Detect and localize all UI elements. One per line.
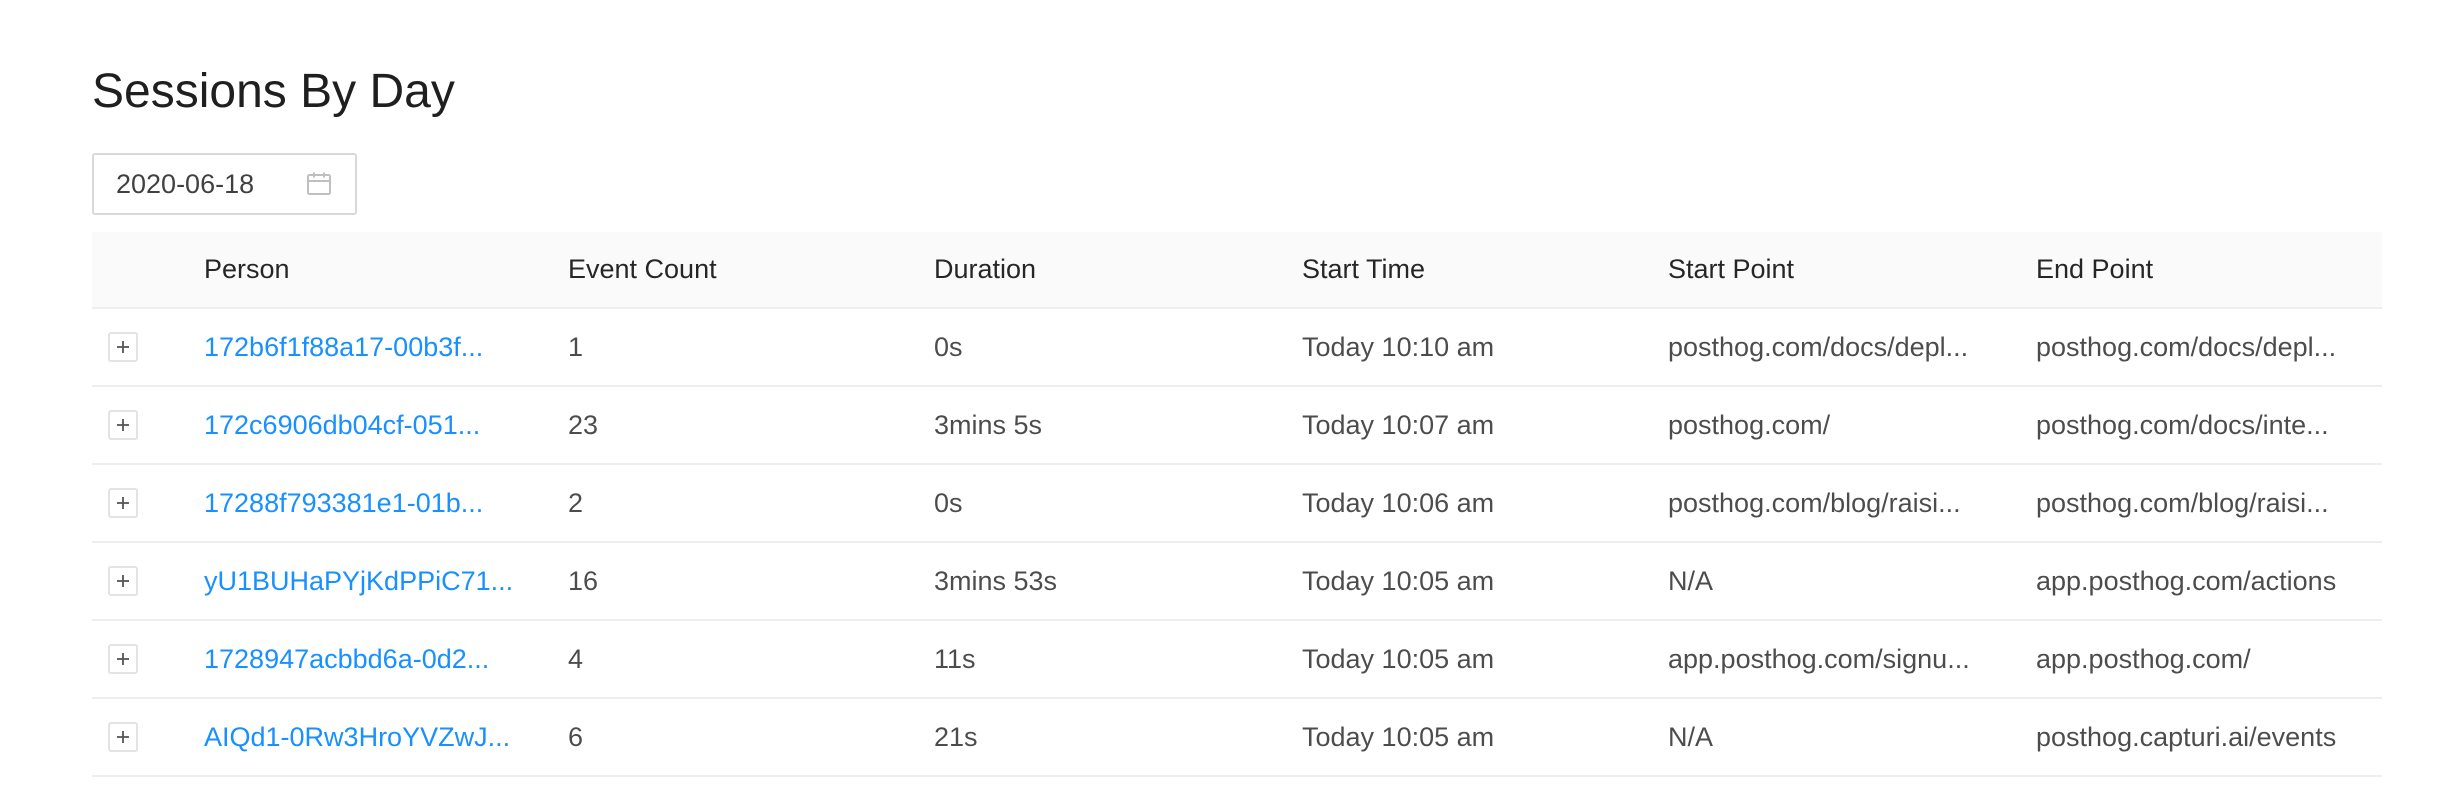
person-link[interactable]: yU1BUHaPYjKdPPiC71... [204, 566, 513, 596]
person-link[interactable]: 17288f793381e1-01b... [204, 488, 483, 518]
duration-cell: 21s [934, 721, 978, 752]
column-header-start-time: Start Time [1302, 254, 1426, 284]
start-time-cell: Today 10:05 am [1302, 643, 1495, 674]
table-row: 172b6f1f88a17-00b3f... 1 0s Today 10:10 … [92, 309, 2382, 387]
person-link[interactable]: AIQd1-0Rw3HroYVZwJ... [204, 722, 510, 752]
column-header-duration: Duration [934, 254, 1037, 284]
date-picker[interactable]: 2020-06-18 [92, 153, 357, 215]
column-header-event-count: Event Count [568, 254, 717, 284]
end-point-cell: posthog.com/docs/depl... [2036, 331, 2337, 362]
expand-row-button[interactable] [108, 488, 138, 518]
event-count-cell: 2 [568, 487, 584, 518]
start-time-cell: Today 10:06 am [1302, 487, 1495, 518]
end-point-cell: posthog.com/docs/inte... [2036, 409, 2329, 440]
end-point-cell: posthog.com/blog/raisi... [2036, 487, 2329, 518]
start-time-cell: Today 10:05 am [1302, 721, 1495, 752]
start-point-cell: app.posthog.com/signu... [1668, 643, 1970, 674]
plus-icon [117, 419, 129, 431]
start-point-cell: posthog.com/docs/depl... [1668, 331, 1969, 362]
page-title: Sessions By Day [92, 65, 455, 118]
event-count-cell: 4 [568, 643, 584, 674]
expand-row-button[interactable] [108, 410, 138, 440]
end-point-cell: posthog.capturi.ai/events [2036, 721, 2337, 752]
end-point-cell: app.posthog.com/ [2036, 643, 2251, 674]
event-count-cell: 16 [568, 565, 599, 596]
table-row: 172c6906db04cf-051... 23 3mins 5s Today … [92, 387, 2382, 465]
start-time-cell: Today 10:07 am [1302, 409, 1495, 440]
table-row: AIQd1-0Rw3HroYVZwJ... 6 21s Today 10:05 … [92, 699, 2382, 777]
plus-icon [117, 731, 129, 743]
event-count-cell: 23 [568, 409, 599, 440]
event-count-cell: 1 [568, 331, 584, 362]
expand-row-button[interactable] [108, 566, 138, 596]
expand-row-button[interactable] [108, 644, 138, 674]
column-header-person: Person [204, 254, 290, 284]
start-point-cell: posthog.com/blog/raisi... [1668, 487, 1961, 518]
table-row: 17288f793381e1-01b... 2 0s Today 10:06 a… [92, 465, 2382, 543]
duration-cell: 3mins 53s [934, 565, 1058, 596]
table-header: Person Event Count Duration Start Time S… [92, 232, 2382, 309]
expand-row-button[interactable] [108, 722, 138, 752]
duration-cell: 11s [934, 643, 976, 674]
duration-cell: 0s [934, 487, 963, 518]
event-count-cell: 6 [568, 721, 584, 752]
person-link[interactable]: 1728947acbbd6a-0d2... [204, 644, 489, 674]
end-point-cell: app.posthog.com/actions [2036, 565, 2337, 596]
calendar-icon [305, 170, 333, 198]
date-picker-value: 2020-06-18 [116, 168, 255, 199]
column-header-start-point: Start Point [1668, 254, 1795, 284]
duration-cell: 3mins 5s [934, 409, 1043, 440]
plus-icon [117, 341, 129, 353]
duration-cell: 0s [934, 331, 963, 362]
person-link[interactable]: 172c6906db04cf-051... [204, 410, 480, 440]
expand-row-button[interactable] [108, 332, 138, 362]
start-point-cell: N/A [1668, 721, 1714, 752]
plus-icon [117, 497, 129, 509]
person-link[interactable]: 172b6f1f88a17-00b3f... [204, 332, 483, 362]
sessions-table: Person Event Count Duration Start Time S… [92, 232, 2382, 777]
start-point-cell: N/A [1668, 565, 1714, 596]
table-row: yU1BUHaPYjKdPPiC71... 16 3mins 53s Today… [92, 543, 2382, 621]
plus-icon [117, 653, 129, 665]
plus-icon [117, 575, 129, 587]
table-row: 1728947acbbd6a-0d2... 4 11s Today 10:05 … [92, 621, 2382, 699]
start-time-cell: Today 10:10 am [1302, 331, 1495, 362]
start-point-cell: posthog.com/ [1668, 409, 1831, 440]
start-time-cell: Today 10:05 am [1302, 565, 1495, 596]
column-header-end-point: End Point [2036, 254, 2154, 284]
